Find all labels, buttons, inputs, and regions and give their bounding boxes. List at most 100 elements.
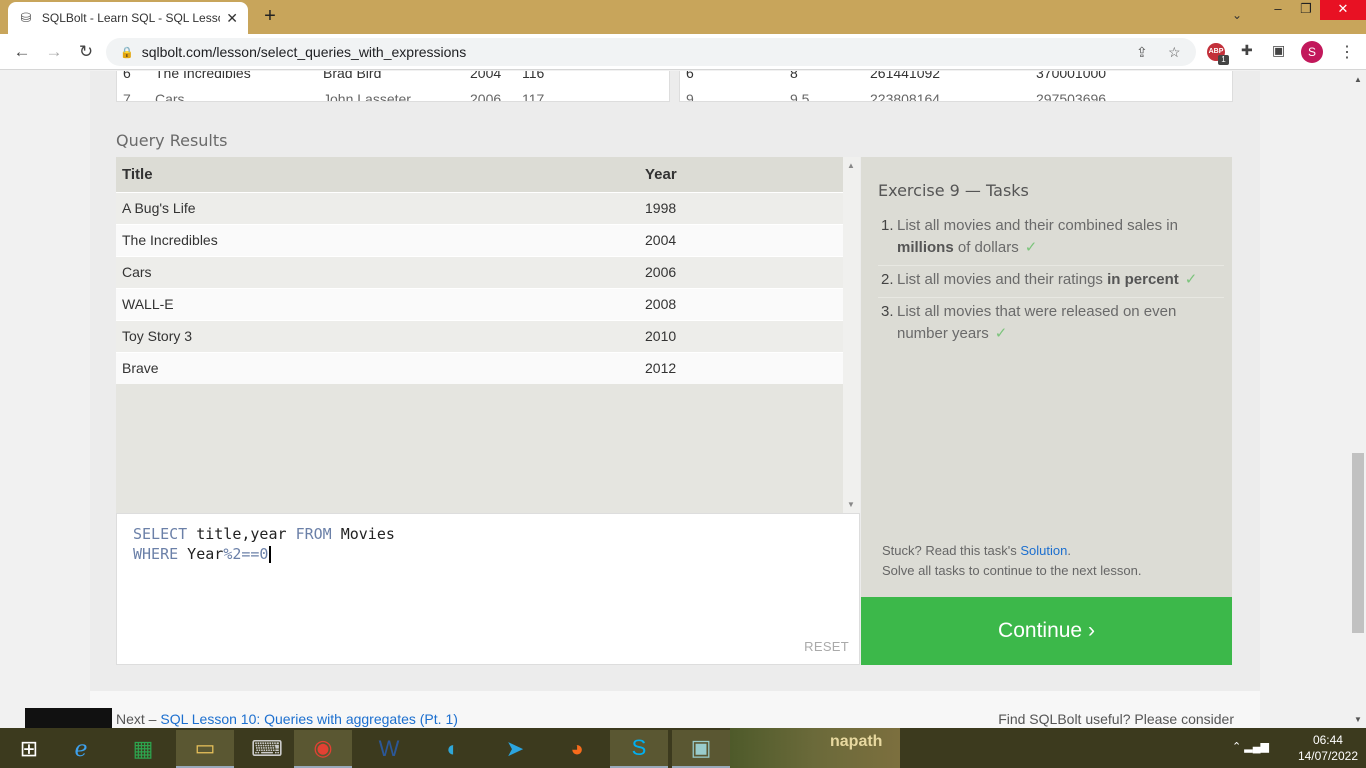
column-list: title,year <box>187 525 296 543</box>
address-bar[interactable]: 🔒 sqlbolt.com/lesson/select_queries_with… <box>106 38 1196 66</box>
stuck-help: Stuck? Read this task's Solution. Solve … <box>882 541 1141 581</box>
bookmark-star-icon[interactable]: ☆ <box>1168 44 1181 61</box>
side-panel-icon[interactable]: ▣ <box>1272 42 1285 59</box>
table-row: The Incredibles 2004 <box>116 223 843 256</box>
keyword-select: SELECT <box>133 525 188 543</box>
reset-button[interactable]: RESET <box>804 639 849 654</box>
profile-avatar[interactable]: S <box>1301 41 1323 63</box>
stuck-period: . <box>1067 543 1071 558</box>
task-list: 1. List all movies and their combined sa… <box>878 212 1224 351</box>
windows-start-icon[interactable]: ⊞ <box>0 730 58 768</box>
database-favicon-icon: ⛁ <box>20 10 32 25</box>
forward-arrow-icon[interactable]: → <box>44 42 64 62</box>
cell-title: Cars <box>116 255 639 288</box>
scroll-down-arrow-icon[interactable]: ▼ <box>847 500 855 509</box>
clock[interactable]: 06:44 14/07/2022 <box>1298 732 1358 764</box>
chrome-icon[interactable]: ◉ <box>294 730 352 768</box>
telegram-icon[interactable]: ➤ <box>486 730 544 768</box>
browser-menu-icon[interactable]: ⋮ <box>1339 42 1355 62</box>
photos-icon[interactable]: ▣ <box>672 730 730 768</box>
results-scrollbar[interactable]: ▲ ▼ <box>843 157 860 513</box>
adblock-badge: 1 <box>1218 55 1229 65</box>
task-number: 2. <box>881 271 894 288</box>
scroll-up-arrow-icon[interactable]: ▲ <box>1354 75 1362 84</box>
tab-search-chevron-icon[interactable]: ⌄ <box>1232 8 1242 22</box>
extensions-puzzle-icon[interactable]: ✚ <box>1241 42 1253 59</box>
task-bold-text: in percent <box>1107 271 1179 288</box>
continue-button[interactable]: Continue › <box>861 597 1232 665</box>
browser-toolbar: ← → ↻ 🔒 sqlbolt.com/lesson/select_querie… <box>0 34 1366 70</box>
exercise-title: Exercise 9 — Tasks <box>878 181 1029 200</box>
task-item: 2. List all movies and their ratings in … <box>878 266 1224 298</box>
solution-link[interactable]: Solution <box>1020 543 1067 558</box>
tab-close-icon[interactable]: ✕ <box>226 10 238 27</box>
next-lesson-link[interactable]: SQL Lesson 10: Queries with aggregates (… <box>160 711 458 727</box>
cell-title: Brave <box>116 351 639 384</box>
boxoffice-table-partial: 6 8 261441092 370001000 9 9.5 223808164 … <box>679 71 1233 102</box>
lesson-footer: Next – SQL Lesson 10: Queries with aggre… <box>90 691 1260 728</box>
internet-explorer-icon[interactable]: ℯ <box>52 730 110 768</box>
support-text: Find SQLBolt useful? Please consider <box>998 711 1234 727</box>
cell-year: 2010 <box>639 319 843 352</box>
scroll-down-arrow-icon[interactable]: ▼ <box>1354 715 1362 724</box>
page-viewport: 6 The Incredibles Brad Bird 2004 116 7 C… <box>0 71 1350 728</box>
window-controls: – ❐ ✕ <box>1264 0 1366 34</box>
clock-date: 14/07/2022 <box>1297 749 1358 763</box>
reload-icon[interactable]: ↻ <box>76 42 96 62</box>
table-row: WALL-E 2008 <box>116 287 843 320</box>
file-explorer-icon[interactable]: ▭ <box>176 730 234 768</box>
scroll-up-arrow-icon[interactable]: ▲ <box>847 161 855 170</box>
firefox-icon[interactable]: ◕ <box>548 730 606 768</box>
table-row: 6 8 261441092 370001000 <box>680 71 1232 85</box>
scrollbar-thumb[interactable] <box>1352 453 1364 633</box>
cell-title: Cars <box>155 91 185 102</box>
cell-director: Brad Bird <box>323 71 382 81</box>
task-text-end: of dollars <box>953 239 1019 256</box>
skype-icon[interactable]: S <box>610 730 668 768</box>
page-scrollbar[interactable]: ▲ ▼ <box>1350 71 1366 728</box>
table-row: 7 Cars John Lasseter 2006 117 <box>117 85 669 102</box>
cell-year: 1998 <box>639 191 843 224</box>
store-icon[interactable]: ▦ <box>114 730 172 768</box>
edge-icon[interactable]: ◐ <box>424 730 482 768</box>
restore-button[interactable]: ❐ <box>1292 0 1320 20</box>
cell-movie-id: 6 <box>686 71 694 81</box>
cell-year: 2004 <box>639 223 843 256</box>
minimize-button[interactable]: – <box>1264 0 1292 20</box>
cell-rating: 9.5 <box>790 91 810 102</box>
cell-domestic-sales: 261441092 <box>870 71 941 81</box>
cell-id: 6 <box>123 71 131 81</box>
code-line-2: WHERE Year%2==0 <box>133 544 395 564</box>
table-row: A Bug's Life 1998 <box>116 191 843 224</box>
lock-icon: 🔒 <box>120 46 134 59</box>
expression-column: Year <box>178 545 224 563</box>
clock-time: 06:44 <box>1312 733 1343 747</box>
task-item: 1. List all movies and their combined sa… <box>878 212 1224 266</box>
table-row: Toy Story 3 2010 <box>116 319 843 352</box>
sql-code[interactable]: SELECT title,year FROM Movies WHERE Year… <box>133 524 395 564</box>
browser-tab[interactable]: ⛁ SQLBolt - Learn SQL - SQL Lesso ✕ <box>8 2 248 34</box>
laptop-app-icon[interactable]: ⌨ <box>238 730 296 768</box>
table-row: 6 The Incredibles Brad Bird 2004 116 <box>117 71 669 85</box>
tray-network-icon[interactable]: ⌃ ▂▄▆ <box>1232 740 1269 753</box>
query-results-table[interactable]: Title Year A Bug's Life 1998 The Incredi… <box>116 157 860 513</box>
keyword-from: FROM <box>295 525 332 543</box>
table-row: Cars 2006 <box>116 255 843 288</box>
close-window-button[interactable]: ✕ <box>1320 0 1366 20</box>
share-icon[interactable]: ⇪ <box>1136 44 1148 61</box>
cell-movie-id: 9 <box>686 91 694 102</box>
word-icon[interactable]: W <box>360 730 418 768</box>
back-arrow-icon[interactable]: ← <box>12 42 32 62</box>
column-header-title: Title <box>116 157 639 192</box>
movies-table-partial: 6 The Incredibles Brad Bird 2004 116 7 C… <box>116 71 670 102</box>
cell-year: 2004 <box>470 71 502 81</box>
cell-title: The Incredibles <box>155 71 251 81</box>
video-thumbnail[interactable] <box>25 708 112 728</box>
code-line-1: SELECT title,year FROM Movies <box>133 524 395 544</box>
wallpaper-strip: napath <box>730 728 900 768</box>
cell-director: John Lasseter <box>323 91 411 102</box>
new-tab-button[interactable]: + <box>258 5 282 29</box>
cell-title: Toy Story 3 <box>116 319 639 352</box>
task-bold-text: millions <box>897 239 954 256</box>
sql-editor[interactable]: SELECT title,year FROM Movies WHERE Year… <box>116 513 860 665</box>
